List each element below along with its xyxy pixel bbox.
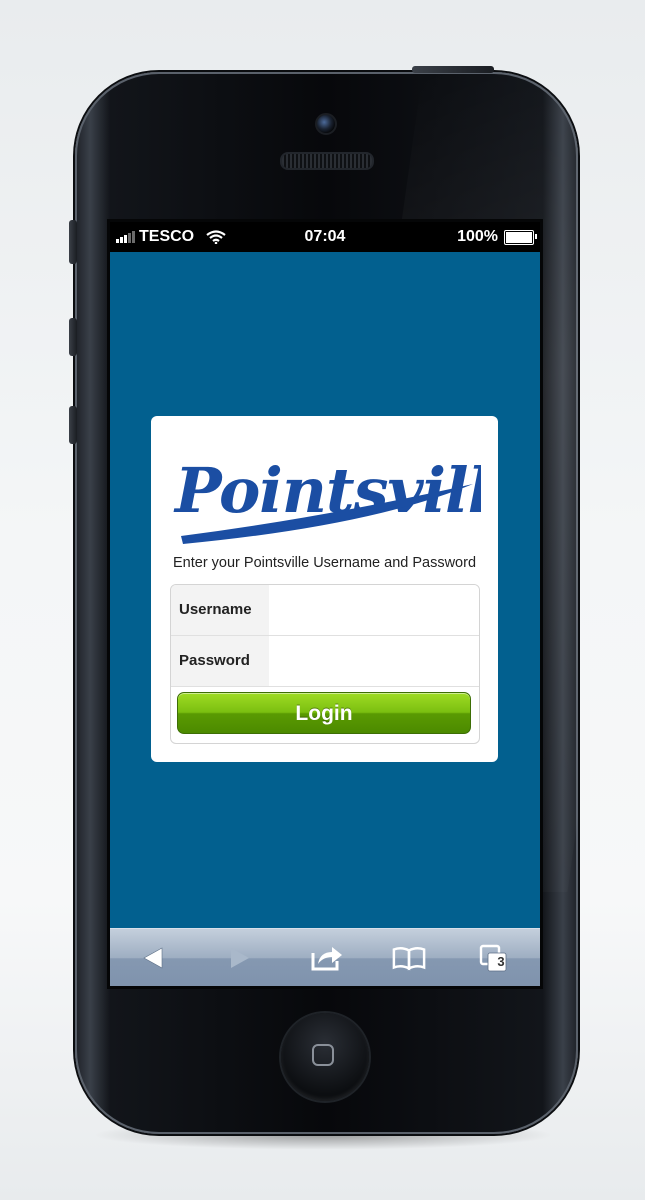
back-button[interactable] <box>137 941 171 975</box>
login-prompt: Enter your Pointsville Username and Pass… <box>172 555 477 571</box>
password-label: Password <box>171 636 269 686</box>
volume-down-button <box>69 406 77 444</box>
forward-button[interactable] <box>222 941 256 975</box>
tabs-count: 3 <box>497 954 505 969</box>
pointsville-logo: Pointsville <box>173 454 481 544</box>
volume-up-button <box>69 318 77 356</box>
share-button[interactable] <box>310 941 344 975</box>
home-square-icon <box>312 1044 334 1066</box>
share-icon <box>311 947 342 971</box>
username-row: Username <box>171 585 479 636</box>
mute-switch <box>69 220 77 264</box>
browser-toolbar: 3 <box>110 928 540 986</box>
home-button[interactable] <box>281 1013 369 1101</box>
bookmarks-icon <box>392 947 426 971</box>
earpiece-speaker <box>280 152 374 170</box>
password-input[interactable] <box>269 636 479 686</box>
username-input[interactable] <box>269 585 479 635</box>
username-label: Username <box>171 585 269 635</box>
battery-percent: 100% <box>457 228 498 245</box>
password-row: Password <box>171 636 479 687</box>
back-icon <box>143 947 163 969</box>
forward-icon <box>231 948 249 968</box>
login-form: Username Password Login <box>170 584 480 744</box>
tabs-button[interactable]: 3 <box>476 941 510 975</box>
login-card: Pointsville Enter your Pointsville Usern… <box>151 416 498 762</box>
bookmarks-button[interactable] <box>392 941 426 975</box>
front-camera <box>315 113 337 135</box>
battery-icon <box>504 229 537 245</box>
power-button <box>412 66 494 73</box>
login-button[interactable]: Login <box>177 692 471 734</box>
status-bar: TESCO 07:04 100% <box>110 222 540 252</box>
screen: TESCO 07:04 100% Pointsville Enter your … <box>110 222 540 986</box>
